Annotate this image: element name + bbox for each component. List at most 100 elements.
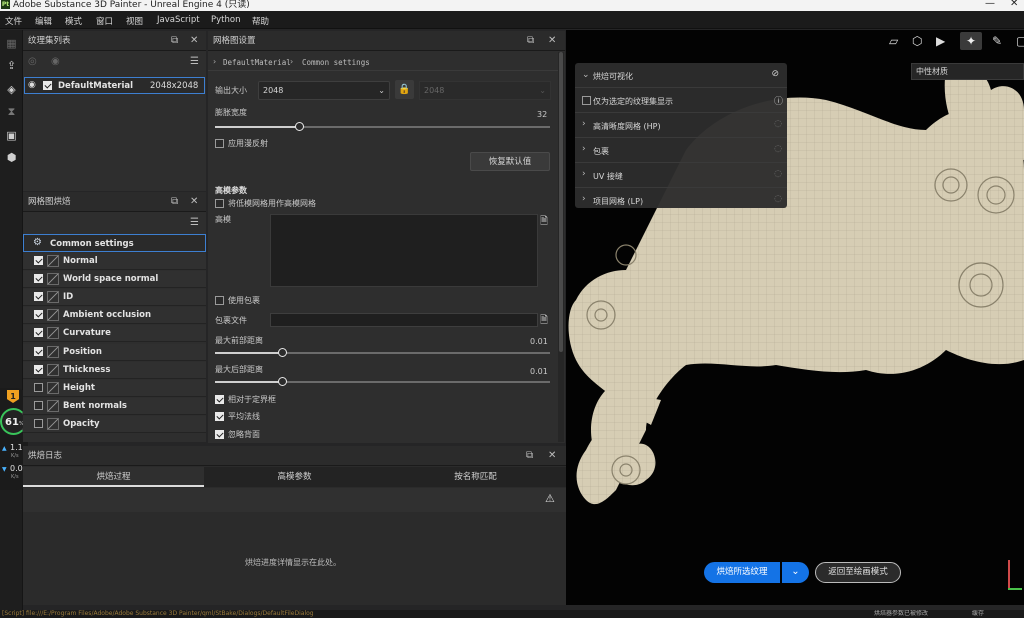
settings-scrollbar[interactable] xyxy=(558,52,564,442)
cage-file-field[interactable] xyxy=(270,313,538,327)
float-panel-icon[interactable]: ⧉ xyxy=(171,192,178,212)
material-dropdown[interactable]: 中性材质 xyxy=(911,63,1024,80)
breadcrumb-material[interactable]: DefaultMaterial xyxy=(223,58,291,67)
float-panel-icon[interactable]: ⧉ xyxy=(526,446,533,466)
texture-set-checkbox[interactable] xyxy=(43,81,52,90)
baker-checkbox[interactable] xyxy=(34,274,43,284)
return-to-paint-button[interactable]: 返回至绘画模式 xyxy=(815,562,901,583)
bake-mode-icon[interactable]: ✦ xyxy=(960,32,982,50)
baker-checkbox[interactable] xyxy=(34,292,43,302)
vis-item-uv-seams[interactable]: › UV 接缝 ◌ xyxy=(575,163,787,188)
menu-file[interactable]: 文件 xyxy=(5,15,22,27)
tab-match-by-name[interactable]: 按名称匹配 xyxy=(385,467,566,487)
baker-row[interactable]: Bent normals xyxy=(23,397,206,415)
info-icon[interactable]: ⓘ xyxy=(774,94,783,107)
visibility-icon[interactable]: ◌ xyxy=(774,119,782,129)
average-normals-checkbox[interactable] xyxy=(215,412,224,421)
use-lowpoly-checkbox[interactable] xyxy=(215,199,224,208)
float-panel-icon[interactable]: ⧉ xyxy=(171,31,178,51)
hourglass-icon[interactable]: ⧗ xyxy=(5,105,18,118)
visibility-icon[interactable]: ◌ xyxy=(774,169,782,179)
vis-item-cage[interactable]: › 包裹 ◌ xyxy=(575,138,787,163)
output-size-select[interactable]: 2048 ⌄ xyxy=(258,81,390,100)
layers-icon[interactable]: ◈ xyxy=(5,83,18,96)
baker-checkbox[interactable] xyxy=(34,346,43,356)
baker-row[interactable]: Position xyxy=(23,343,206,361)
bake-selected-button[interactable]: 烘焙所选纹理 xyxy=(704,562,780,583)
dilation-handle[interactable] xyxy=(295,122,304,131)
vis-item-lp[interactable]: › 项目网格 (LP) ◌ xyxy=(575,188,787,208)
baker-checkbox[interactable] xyxy=(34,382,43,392)
eye-off-icon[interactable]: ⊘ xyxy=(771,69,779,79)
ignore-backface-checkbox[interactable] xyxy=(215,430,224,439)
baker-row[interactable]: Height xyxy=(23,379,206,397)
relative-bbox-checkbox[interactable] xyxy=(215,395,224,404)
cube-view-icon[interactable]: ⬡ xyxy=(912,34,922,48)
visibility-icon[interactable]: ◌ xyxy=(774,144,782,154)
close-panel-icon[interactable]: ✕ xyxy=(190,31,198,51)
baker-row[interactable]: Normal xyxy=(23,253,206,270)
grid-icon[interactable]: ▦ xyxy=(5,37,18,50)
baker-checkbox[interactable] xyxy=(34,364,43,374)
close-panel-icon[interactable]: ✕ xyxy=(548,31,556,51)
baker-checkbox[interactable] xyxy=(34,418,43,428)
tab-highpoly-params[interactable]: 高模参数 xyxy=(204,467,385,487)
layout-icon[interactable]: ▢ xyxy=(1016,34,1024,48)
use-cage-checkbox[interactable] xyxy=(215,296,224,305)
baker-checkbox[interactable] xyxy=(34,256,43,265)
baker-row[interactable]: Opacity xyxy=(23,415,206,433)
max-rear-handle[interactable] xyxy=(278,377,287,386)
list-settings-icon[interactable]: ☰ xyxy=(190,217,199,228)
baker-row[interactable]: Curvature xyxy=(23,325,206,343)
baker-row[interactable]: Ambient occlusion xyxy=(23,307,206,325)
view-icon[interactable]: ◎ xyxy=(28,56,37,67)
baker-row[interactable]: Thickness xyxy=(23,361,206,379)
dilation-slider[interactable] xyxy=(215,122,550,131)
close-window-icon[interactable]: ✕ xyxy=(1010,0,1018,9)
close-panel-icon[interactable]: ✕ xyxy=(548,446,556,466)
vis-header[interactable]: ⌄ 烘焙可视化 ⊘ xyxy=(575,63,787,88)
bake-options-chevron-icon[interactable]: ⌄ xyxy=(782,562,809,583)
warning-icon[interactable]: ⚠ xyxy=(545,492,555,505)
brush-icon[interactable]: ✎ xyxy=(992,34,1002,48)
highpoly-list[interactable] xyxy=(270,214,538,287)
eye-icon[interactable]: ◉ xyxy=(28,80,36,90)
frame-icon[interactable]: ▱ xyxy=(889,34,898,48)
export-icon[interactable]: ⇪ xyxy=(5,59,18,72)
lock-icon[interactable]: 🔒 xyxy=(395,80,414,99)
menu-view[interactable]: 视图 xyxy=(126,15,143,27)
menu-javascript[interactable]: JavaScript xyxy=(157,15,200,25)
baker-row[interactable]: World space normal xyxy=(23,271,206,289)
max-rear-slider[interactable] xyxy=(215,377,550,386)
visibility-icon[interactable]: ◌ xyxy=(774,194,782,204)
menu-mode[interactable]: 模式 xyxy=(65,15,82,27)
common-settings-row[interactable]: ⚙ Common settings xyxy=(23,234,206,252)
reset-defaults-button[interactable]: 恢复默认值 xyxy=(470,152,550,171)
menu-python[interactable]: Python xyxy=(211,15,240,25)
camera-icon[interactable]: ▣ xyxy=(5,129,18,142)
vis-only-selected-row[interactable]: 仅为选定的纹理集显示 ⓘ xyxy=(575,88,787,113)
file-icon[interactable]: 🗎 xyxy=(540,313,548,330)
vis-item-hp[interactable]: › 高清晰度网格 (HP) ◌ xyxy=(575,113,787,138)
menu-window[interactable]: 窗口 xyxy=(96,15,113,27)
baker-checkbox[interactable] xyxy=(34,310,43,320)
baker-checkbox[interactable] xyxy=(34,328,43,338)
tab-bake-process[interactable]: 烘焙过程 xyxy=(23,467,204,487)
scrollbar-thumb[interactable] xyxy=(559,52,563,352)
menu-edit[interactable]: 编辑 xyxy=(35,15,52,27)
max-front-slider[interactable] xyxy=(215,348,550,357)
list-settings-icon[interactable]: ☰ xyxy=(190,56,199,67)
texture-set-row[interactable]: ◉ DefaultMaterial 2048x2048 xyxy=(24,77,205,94)
minimize-icon[interactable]: — xyxy=(985,0,995,9)
apply-diffusion-checkbox[interactable] xyxy=(215,139,224,148)
menu-help[interactable]: 帮助 xyxy=(252,15,269,27)
hide-icon[interactable]: ◉ xyxy=(51,56,60,67)
max-front-handle[interactable] xyxy=(278,348,287,357)
close-panel-icon[interactable]: ✕ xyxy=(190,192,198,212)
vis-only-selected-checkbox[interactable] xyxy=(582,96,591,105)
file-icon[interactable]: 🗎 xyxy=(540,214,548,231)
baker-row[interactable]: ID xyxy=(23,289,206,307)
cube-icon[interactable]: ⬢ xyxy=(5,151,18,164)
baker-checkbox[interactable] xyxy=(34,400,43,410)
video-camera-icon[interactable]: ▶ xyxy=(936,34,945,48)
